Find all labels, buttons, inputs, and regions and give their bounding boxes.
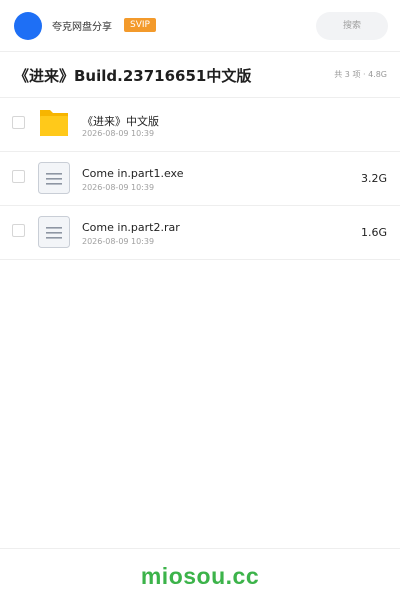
file-icon bbox=[38, 162, 70, 194]
file-row-folder[interactable]: 《进来》中文版 2026-08-09 10:39 bbox=[0, 98, 400, 152]
svip-badge: SVIP bbox=[124, 18, 156, 32]
page-title: 《进来》Build.23716651中文版 bbox=[14, 67, 252, 85]
file-icon bbox=[38, 216, 70, 248]
select-checkbox[interactable] bbox=[12, 170, 25, 183]
search-input[interactable] bbox=[316, 12, 388, 40]
item-summary: 共 3 项 · 4.8G bbox=[334, 70, 387, 79]
file-row-part1[interactable]: Come in.part1.exe 2026-08-09 10:39 3.2G bbox=[0, 152, 400, 206]
file-date: 2026-08-09 10:39 bbox=[82, 237, 155, 246]
file-name[interactable]: Come in.part1.exe bbox=[82, 167, 183, 180]
select-checkbox[interactable] bbox=[12, 116, 25, 129]
file-size: 1.6G bbox=[360, 226, 387, 239]
folder-icon bbox=[40, 110, 68, 136]
app-header: 夸克网盘分享 SVIP bbox=[0, 0, 400, 52]
file-name[interactable]: 《进来》中文版 bbox=[82, 113, 159, 129]
user-name[interactable]: 夸克网盘分享 bbox=[52, 18, 112, 33]
file-date: 2026-08-09 10:39 bbox=[82, 129, 155, 138]
file-row-part2[interactable]: Come in.part2.rar 2026-08-09 10:39 1.6G bbox=[0, 206, 400, 260]
watermark: miosou.cc bbox=[140, 563, 260, 589]
file-list: 《进来》中文版 2026-08-09 10:39 Come in.part1.e… bbox=[0, 98, 400, 260]
file-date: 2026-08-09 10:39 bbox=[82, 183, 155, 192]
select-checkbox[interactable] bbox=[12, 224, 25, 237]
title-bar: 《进来》Build.23716651中文版 共 3 项 · 4.8G bbox=[0, 52, 400, 98]
file-name[interactable]: Come in.part2.rar bbox=[82, 221, 180, 234]
footer: miosou.cc bbox=[0, 548, 400, 600]
avatar[interactable] bbox=[14, 12, 42, 40]
file-size: 3.2G bbox=[360, 172, 387, 185]
